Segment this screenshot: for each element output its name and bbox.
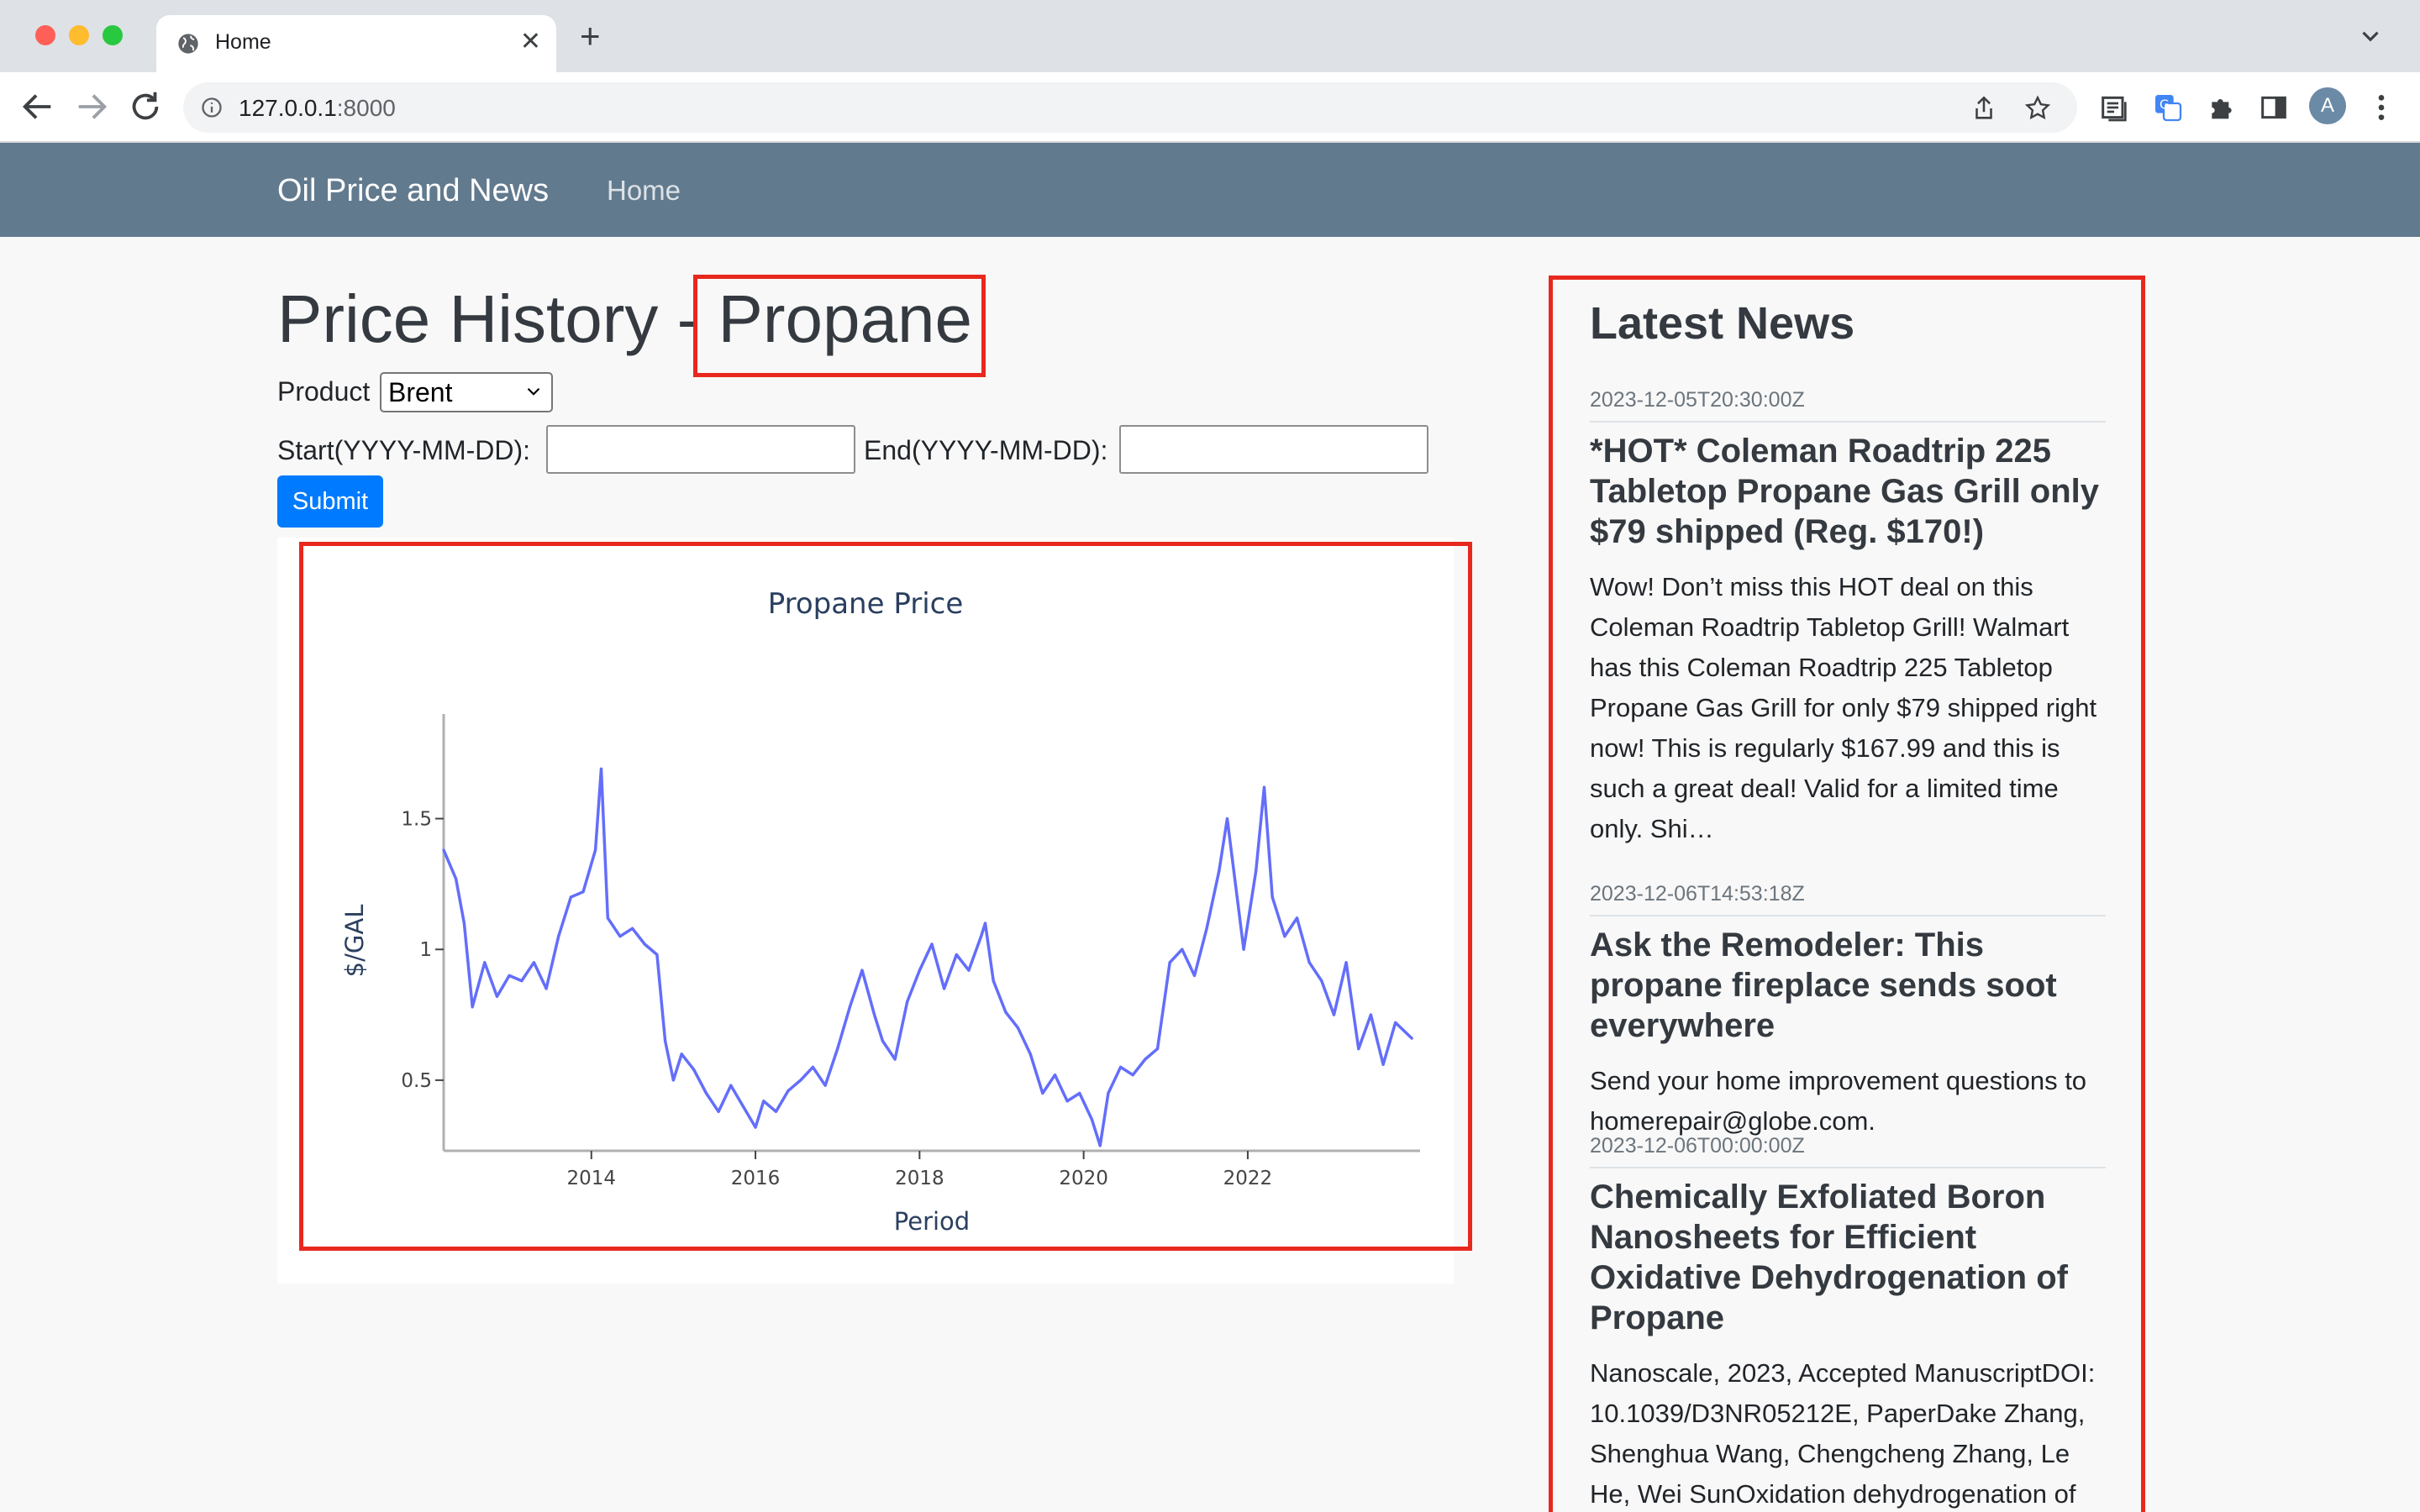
address-bar[interactable]: 127.0.0.1:8000	[183, 82, 2077, 133]
navbar-brand[interactable]: Oil Price and News	[277, 173, 549, 209]
nav-home-link[interactable]: Home	[607, 175, 681, 207]
translate-icon[interactable]: G	[2151, 91, 2185, 124]
minimize-window-button[interactable]	[69, 25, 89, 45]
page-title-prefix: Price History -	[277, 281, 718, 356]
url-host: 127.0.0.1	[239, 95, 337, 121]
browser-toolbar: 127.0.0.1:8000 G	[0, 72, 2420, 143]
app-navbar: Oil Price and News Home	[0, 143, 2420, 237]
product-title-highlight	[693, 275, 986, 377]
reading-list-icon[interactable]	[2097, 91, 2131, 124]
tab-search-chevron-icon[interactable]	[2356, 22, 2385, 50]
product-select[interactable]: Brent	[380, 372, 553, 412]
back-arrow-icon[interactable]	[18, 87, 57, 126]
reload-icon[interactable]	[126, 87, 165, 126]
side-panel-icon[interactable]	[2257, 91, 2291, 124]
close-tab-icon[interactable]: ✕	[520, 27, 541, 57]
maximize-window-button[interactable]	[103, 25, 123, 45]
forward-arrow-icon[interactable]	[72, 87, 111, 126]
share-icon[interactable]	[1970, 94, 1998, 123]
site-info-icon[interactable]	[200, 96, 224, 119]
submit-button[interactable]: Submit	[277, 475, 383, 528]
bookmark-star-icon[interactable]	[2023, 94, 2052, 123]
start-date-input[interactable]	[546, 425, 855, 474]
end-date-label: End(YYYY-MM-DD):	[864, 435, 1108, 465]
more-menu-icon[interactable]	[2365, 91, 2398, 124]
end-date-input[interactable]	[1119, 425, 1428, 474]
product-label: Product	[277, 376, 371, 407]
globe-icon	[178, 34, 198, 54]
browser-tab[interactable]: Home ✕	[156, 15, 556, 72]
url-text: 127.0.0.1:8000	[239, 95, 396, 122]
product-select-value: Brent	[388, 377, 453, 407]
chart-highlight	[299, 542, 1472, 1251]
svg-text:G: G	[2160, 97, 2170, 113]
tab-title: Home	[215, 30, 271, 54]
profile-avatar[interactable]: A	[2309, 87, 2346, 124]
browser-tab-strip: Home ✕ +	[0, 0, 2420, 72]
start-date-label: Start(YYYY-MM-DD):	[277, 435, 531, 465]
news-highlight	[1549, 276, 2145, 1512]
chevron-down-icon	[527, 387, 540, 396]
new-tab-icon[interactable]: +	[580, 18, 601, 54]
extensions-puzzle-icon[interactable]	[2205, 91, 2238, 124]
url-port: :8000	[336, 95, 396, 121]
close-window-button[interactable]	[35, 25, 55, 45]
